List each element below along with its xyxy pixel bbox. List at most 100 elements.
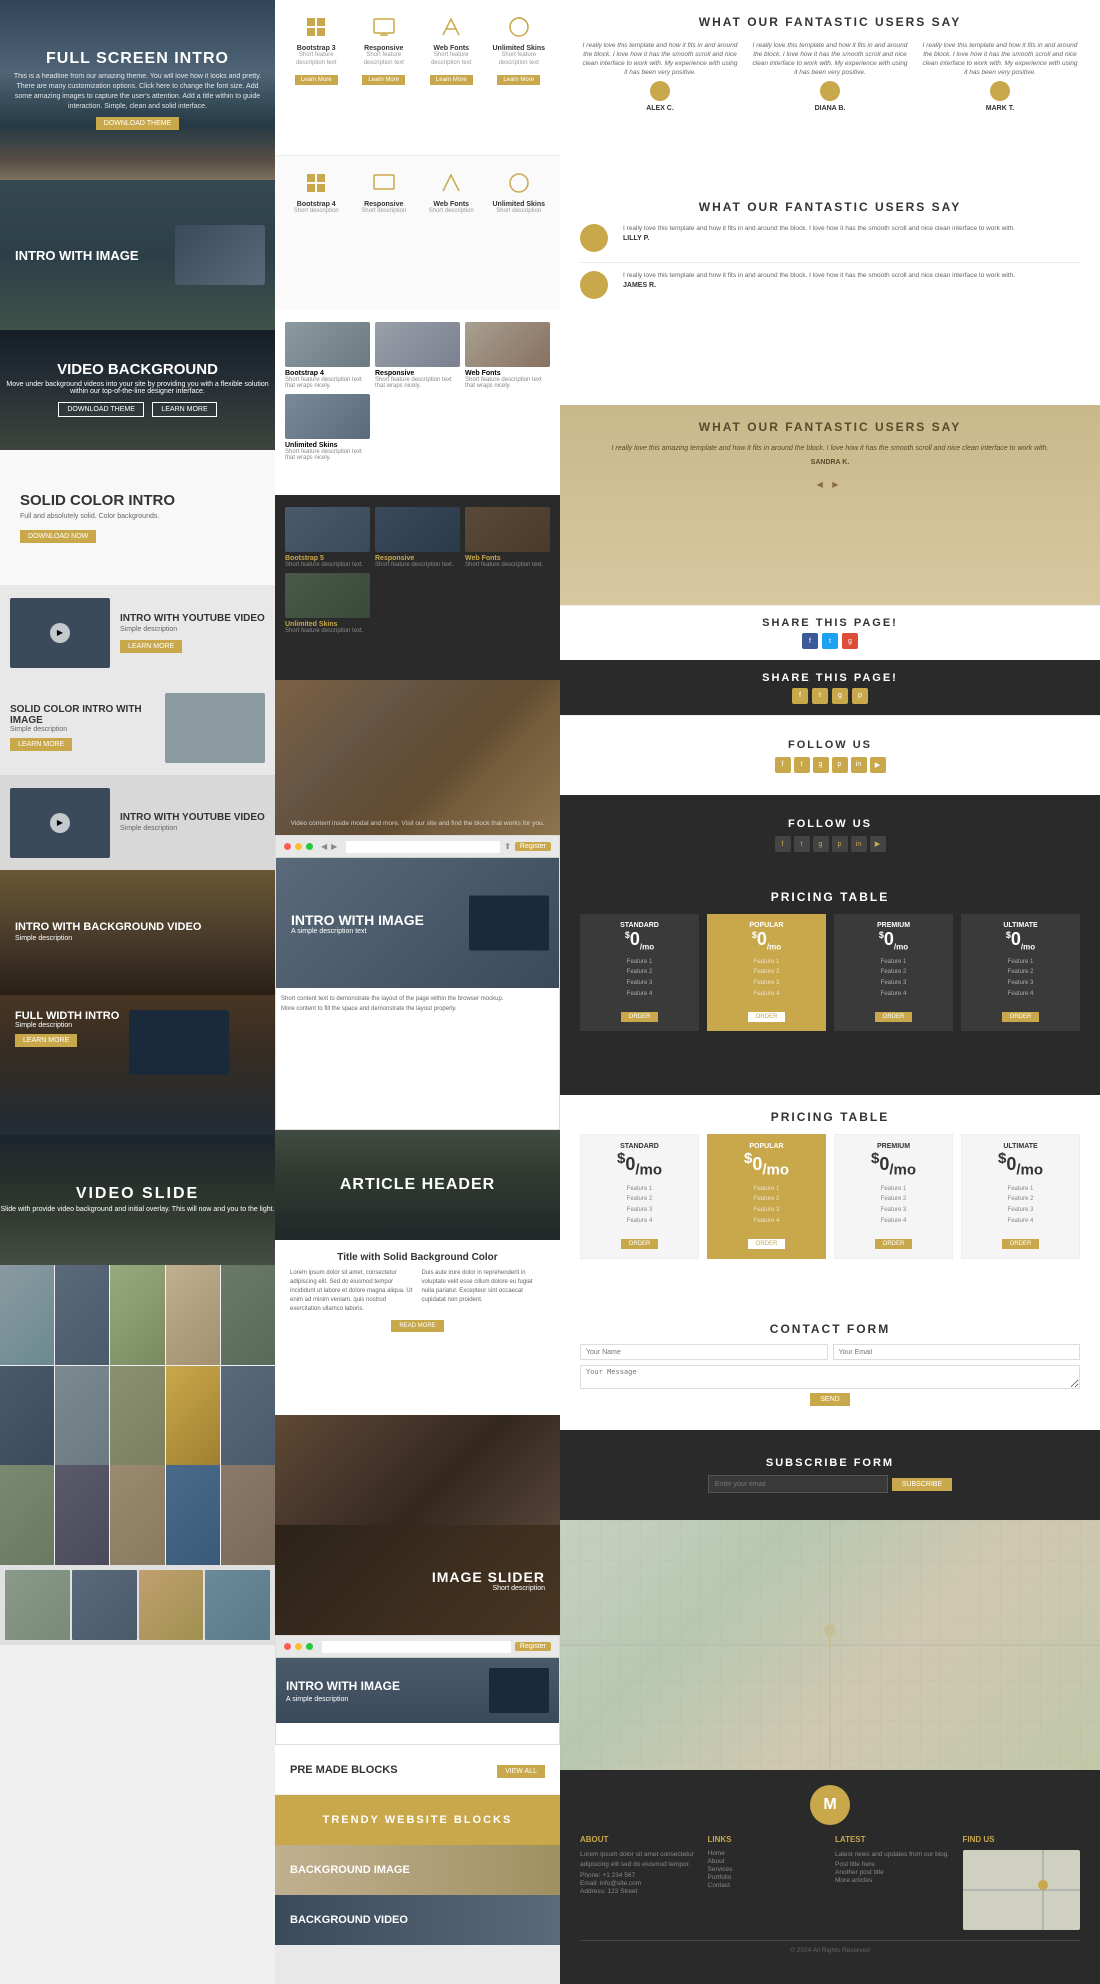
maximize-button-icon[interactable] [306,843,313,850]
plan-select-btn[interactable]: ORDER [875,1239,913,1249]
gallery-item[interactable] [166,1265,220,1365]
footer-link[interactable]: About [708,1858,826,1865]
plan-select-btn[interactable]: ORDER [621,1239,659,1249]
feature-btn[interactable]: Learn More [362,75,405,85]
thumb-item[interactable] [139,1570,204,1640]
video-bg-btn1[interactable]: DOWNLOAD THEME [58,402,144,417]
plan-select-btn[interactable]: ORDER [1002,1012,1040,1022]
skins2-icon [504,168,534,198]
subscribe-btn[interactable]: SUBSCRIBE [892,1478,952,1491]
footer-link[interactable]: Phone: +1 234 567 [580,1872,698,1879]
full-screen-intro-btn[interactable]: DOWNLOAD THEME [96,117,180,130]
plan-select-btn[interactable]: ORDER [748,1239,786,1249]
feature-title: Unlimited Skins [488,45,551,52]
contact-submit-btn[interactable]: SEND [810,1393,849,1406]
pinterest-follow-icon[interactable]: p [832,757,848,773]
google-follow-icon[interactable]: g [813,757,829,773]
article-header-title: ARTICLE HEADER [340,1176,495,1194]
plan-price: $0/mo [716,1150,817,1179]
close2-icon[interactable] [284,1643,291,1650]
plan-select-btn[interactable]: ORDER [621,1012,659,1022]
prev-icon[interactable]: ◀ [817,480,823,489]
share-browser-icon[interactable]: ⬆ [504,842,511,851]
footer-link[interactable]: Post title here [835,1861,953,1868]
footer-link[interactable]: Address: 123 Street [580,1888,698,1895]
minimize-button-icon[interactable] [295,843,302,850]
full-width-btn[interactable]: LEARN MORE [15,1034,77,1047]
browser2-btn[interactable]: Register [515,1642,551,1651]
play-button-icon[interactable]: ▶ [50,623,70,643]
footer-link[interactable]: More articles [835,1877,953,1884]
plan-select-btn[interactable]: ORDER [875,1012,913,1022]
google-icon[interactable]: g [842,633,858,649]
thumb-item[interactable] [72,1570,137,1640]
solid-intro-btn[interactable]: DOWNLOAD NOW [20,530,96,543]
google-dark-icon[interactable]: g [832,688,848,704]
gallery-item[interactable] [0,1465,54,1565]
feature-btn[interactable]: Learn More [295,75,338,85]
feature-btn[interactable]: Learn More [497,75,540,85]
gallery-item[interactable] [0,1366,54,1466]
maximize2-icon[interactable] [306,1643,313,1650]
gallery-item[interactable] [55,1265,109,1365]
gallery-item[interactable] [110,1366,164,1466]
youtube-intro-btn[interactable]: LEARN MORE [120,640,182,653]
twitter-dark-follow-icon[interactable]: t [794,836,810,852]
pre-made-btn[interactable]: VIEW ALL [497,1765,545,1778]
twitter-follow-icon[interactable]: t [794,757,810,773]
twitter-icon[interactable]: t [822,633,838,649]
footer-link[interactable]: Contact [708,1882,826,1889]
youtube-dark-follow-icon[interactable]: ▶ [870,836,886,852]
read-more-btn[interactable]: READ MORE [391,1320,443,1332]
thumb-item[interactable] [205,1570,270,1640]
url-bar2[interactable] [322,1641,511,1653]
footer-link[interactable]: Portfolio [708,1874,826,1881]
footer-link[interactable]: Services [708,1866,826,1873]
browser-btn[interactable]: Register [515,842,551,851]
plan-price: $0/mo [715,929,818,952]
twitter-dark-icon[interactable]: t [812,688,828,704]
subscribe-email-input[interactable] [708,1475,888,1493]
share-white-section: SHARE THIS PAGE! f t g [560,605,1100,660]
next-icon[interactable]: ▶ [832,480,838,489]
thumb-item[interactable] [5,1570,70,1640]
gallery-item[interactable] [55,1465,109,1565]
linkedin-dark-follow-icon[interactable]: in [851,836,867,852]
linkedin-follow-icon[interactable]: in [851,757,867,773]
plan-select-btn[interactable]: ORDER [748,1012,786,1022]
gallery-item[interactable] [221,1465,275,1565]
message-textarea[interactable] [580,1365,1080,1389]
play-button2-icon[interactable]: ▶ [50,813,70,833]
footer-link[interactable]: Home [708,1850,826,1857]
footer-link[interactable]: Another post title [835,1869,953,1876]
gallery-item[interactable] [110,1465,164,1565]
gallery-item[interactable] [110,1265,164,1365]
name-input[interactable] [580,1344,828,1360]
gallery-item[interactable] [0,1265,54,1365]
video-bg-btn2[interactable]: LEARN MORE [152,402,216,417]
email-input[interactable] [833,1344,1081,1360]
url-bar[interactable] [346,841,500,853]
minimize2-icon[interactable] [295,1643,302,1650]
facebook-icon[interactable]: f [802,633,818,649]
solid-image-btn[interactable]: LEARN MORE [10,738,72,751]
facebook-dark-icon[interactable]: f [792,688,808,704]
nav-forward-icon[interactable]: ▶ [331,842,337,851]
gallery-item[interactable] [166,1366,220,1466]
gallery-item[interactable] [55,1366,109,1466]
facebook-dark-follow-icon[interactable]: f [775,836,791,852]
plan-select-btn[interactable]: ORDER [1002,1239,1040,1249]
gallery-item[interactable] [221,1265,275,1365]
google-dark-follow-icon[interactable]: g [813,836,829,852]
feature-item-bootstrap: Bootstrap 3 Short feature description te… [285,12,348,86]
pinterest-dark-icon[interactable]: p [852,688,868,704]
gallery-item[interactable] [166,1465,220,1565]
close-button-icon[interactable] [284,843,291,850]
pinterest-dark-follow-icon[interactable]: p [832,836,848,852]
footer-link[interactable]: Email: info@site.com [580,1880,698,1887]
facebook-follow-icon[interactable]: f [775,757,791,773]
feature-btn[interactable]: Learn More [430,75,473,85]
youtube-follow-icon[interactable]: ▶ [870,757,886,773]
nav-back-icon[interactable]: ◀ [321,842,327,851]
gallery-item[interactable] [221,1366,275,1466]
